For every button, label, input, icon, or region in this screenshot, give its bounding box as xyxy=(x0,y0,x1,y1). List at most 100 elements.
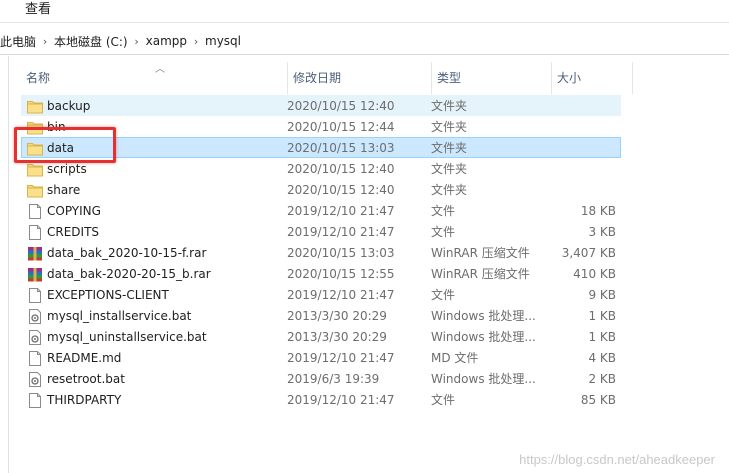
watermark: https://blog.csdn.net/aheadkeeper xyxy=(519,452,715,467)
address-bar[interactable]: 此电脑 › 本地磁盘 (C:) › xampp › mysql xyxy=(0,28,729,55)
file-name: resetroot.bat xyxy=(47,372,125,386)
file-type: 文件夹 xyxy=(431,183,468,197)
column-size-label: 大小 xyxy=(557,71,582,85)
breadcrumb-xampp[interactable]: xampp xyxy=(146,34,187,48)
file-name: data_bak_2020-10-15-f.rar xyxy=(47,246,207,260)
file-type: Windows 批处理... xyxy=(431,372,536,386)
column-header: 名称 ︿ 修改日期 类型 大小 xyxy=(21,62,633,94)
file-type: 文件夹 xyxy=(431,141,468,155)
sort-ascending-icon: ︿ xyxy=(155,64,165,75)
view-menu[interactable]: 查看 xyxy=(25,0,51,17)
file-type: Windows 批处理... xyxy=(431,309,536,323)
file-size: 3 KB xyxy=(588,225,616,239)
file-row[interactable]: mysql_installservice.bat 2013/3/30 20:29 W… xyxy=(21,305,621,326)
batch-file-icon xyxy=(27,372,43,387)
file-size: 85 KB xyxy=(580,393,616,407)
file-size: 1 KB xyxy=(588,309,616,323)
file-name: THIRDPARTY xyxy=(47,393,122,407)
file-date: 2020/10/15 13:03 xyxy=(287,246,395,260)
file-type: 文件 xyxy=(431,204,456,218)
folder-icon xyxy=(27,99,43,114)
column-date-label: 修改日期 xyxy=(293,71,342,85)
file-date: 2020/10/15 12:40 xyxy=(287,99,395,113)
chevron-right-icon[interactable]: › xyxy=(187,35,205,48)
file-size: 1 KB xyxy=(588,330,616,344)
column-name-label: 名称 xyxy=(26,71,51,85)
column-header-name[interactable]: 名称 ︿ xyxy=(21,62,288,94)
file-size: 3,407 KB xyxy=(561,246,616,260)
file-type: WinRAR 压缩文件 xyxy=(431,267,530,281)
file-size: 4 KB xyxy=(588,351,616,365)
file-icon xyxy=(27,225,43,240)
batch-file-icon xyxy=(27,309,43,324)
column-header-size[interactable]: 大小 xyxy=(552,62,633,94)
file-date: 2013/3/30 20:29 xyxy=(287,330,387,344)
file-date: 2020/10/15 12:40 xyxy=(287,183,395,197)
file-date: 2013/3/30 20:29 xyxy=(287,309,387,323)
rar-archive-icon xyxy=(27,246,43,261)
file-date: 2020/10/15 13:03 xyxy=(287,141,395,155)
file-name: mysql_uninstallservice.bat xyxy=(47,330,207,344)
file-date: 2019/6/3 19:39 xyxy=(287,372,380,386)
file-name: share xyxy=(47,183,81,197)
folder-icon xyxy=(27,162,43,177)
column-header-type[interactable]: 类型 xyxy=(432,62,552,94)
file-size: 18 KB xyxy=(580,204,616,218)
file-name: backup xyxy=(47,99,91,113)
file-icon xyxy=(27,351,43,366)
file-size: 2 KB xyxy=(588,372,616,386)
menu-bar: 查看 xyxy=(0,0,729,17)
file-name: mysql_installservice.bat xyxy=(47,309,192,323)
file-icon xyxy=(27,204,43,219)
file-row[interactable]: EXCEPTIONS-CLIENT 2019/12/10 21:47 文件 9 KB xyxy=(21,284,621,305)
file-row[interactable]: resetroot.bat 2019/6/3 19:39 Windows 批处理..… xyxy=(21,368,621,389)
file-row[interactable]: THIRDPARTY 2019/12/10 21:47 文件 85 KB xyxy=(21,389,621,410)
file-row[interactable]: mysql_uninstallservice.bat 2013/3/30 20:2… xyxy=(21,326,621,347)
file-icon xyxy=(27,393,43,408)
file-date: 2019/12/10 21:47 xyxy=(287,225,395,239)
chevron-right-icon[interactable]: › xyxy=(128,35,146,48)
folder-icon xyxy=(27,183,43,198)
file-date: 2020/10/15 12:55 xyxy=(287,267,395,281)
file-date: 2019/12/10 21:47 xyxy=(287,351,395,365)
file-date: 2019/12/10 21:47 xyxy=(287,204,395,218)
file-row[interactable]: backup 2020/10/15 12:40 文件夹 xyxy=(21,95,621,116)
file-size: 9 KB xyxy=(588,288,616,302)
breadcrumb-this-pc[interactable]: 此电脑 xyxy=(0,33,36,50)
file-date: 2020/10/15 12:40 xyxy=(287,162,395,176)
file-row[interactable]: data_bak-2020-20-15_b.rar 2020/10/15 12:5… xyxy=(21,263,621,284)
file-row[interactable]: share 2020/10/15 12:40 文件夹 xyxy=(21,179,621,200)
red-annotation-box xyxy=(14,127,116,163)
file-type: 文件夹 xyxy=(431,99,468,113)
file-type: WinRAR 压缩文件 xyxy=(431,246,530,260)
batch-file-icon xyxy=(27,330,43,345)
file-date: 2019/12/10 21:47 xyxy=(287,288,395,302)
file-row[interactable]: README.md 2019/12/10 21:47 MD 文件 4 KB xyxy=(21,347,621,368)
file-row[interactable]: COPYING 2019/12/10 21:47 文件 18 KB xyxy=(21,200,621,221)
breadcrumb-mysql[interactable]: mysql xyxy=(205,34,241,48)
file-size: 410 KB xyxy=(573,267,616,281)
file-type: Windows 批处理... xyxy=(431,330,536,344)
file-name: COPYING xyxy=(47,204,101,218)
file-type: 文件夹 xyxy=(431,162,468,176)
rar-archive-icon xyxy=(27,267,43,282)
ribbon-divider xyxy=(0,22,729,23)
file-name: EXCEPTIONS-CLIENT xyxy=(47,288,169,302)
file-row[interactable]: CREDITS 2019/12/10 21:47 文件 3 KB xyxy=(21,221,621,242)
file-type: 文件夹 xyxy=(431,120,468,134)
breadcrumb-local-disk[interactable]: 本地磁盘 (C:) xyxy=(54,33,128,50)
file-icon xyxy=(27,288,43,303)
file-type: 文件 xyxy=(431,288,456,302)
column-header-date[interactable]: 修改日期 xyxy=(288,62,432,94)
file-name: CREDITS xyxy=(47,225,100,239)
chevron-right-icon[interactable]: › xyxy=(36,35,54,48)
file-type: 文件 xyxy=(431,225,456,239)
file-type: MD 文件 xyxy=(431,351,479,365)
column-type-label: 类型 xyxy=(437,71,462,85)
file-type: 文件 xyxy=(431,393,456,407)
file-date: 2020/10/15 12:44 xyxy=(287,120,395,134)
file-name: README.md xyxy=(47,351,122,365)
file-name: data_bak-2020-20-15_b.rar xyxy=(47,267,211,281)
file-date: 2019/12/10 21:47 xyxy=(287,393,395,407)
file-row[interactable]: data_bak_2020-10-15-f.rar 2020/10/15 13:0… xyxy=(21,242,621,263)
